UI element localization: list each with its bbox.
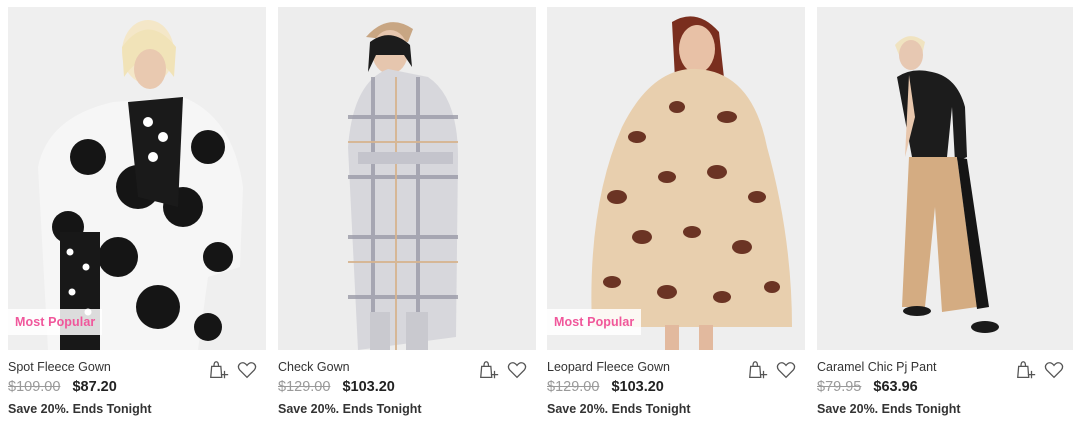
product-card: Most Popular Leopard Fleece Gown $129.00…: [547, 7, 805, 427]
sale-price: $63.96: [873, 379, 918, 395]
shopping-bag-plus-icon: [749, 361, 768, 379]
add-to-bag-button[interactable]: [207, 358, 231, 382]
price-row: $129.00 $103.20: [547, 379, 664, 395]
shopping-bag-plus-icon: [1017, 361, 1036, 379]
product-image[interactable]: Most Popular: [8, 7, 266, 350]
card-actions: [1014, 358, 1066, 382]
product-image[interactable]: [278, 7, 536, 350]
most-popular-badge: Most Popular: [547, 309, 642, 335]
price-row: $109.00 $87.20: [8, 379, 117, 395]
was-price: $109.00: [8, 379, 61, 395]
most-popular-badge: Most Popular: [8, 309, 103, 335]
promo-text: Save 20%. Ends Tonight: [547, 402, 691, 416]
wishlist-button[interactable]: [1042, 358, 1066, 382]
heart-icon: [776, 362, 796, 379]
product-card: Caramel Chic Pj Pant $79.95 $63.96 Save …: [817, 7, 1073, 427]
wishlist-button[interactable]: [774, 358, 798, 382]
promo-text: Save 20%. Ends Tonight: [278, 402, 422, 416]
product-name[interactable]: Caramel Chic Pj Pant: [817, 360, 937, 374]
product-name[interactable]: Check Gown: [278, 360, 350, 374]
card-actions: [207, 358, 259, 382]
price-row: $79.95 $63.96: [817, 379, 918, 395]
heart-icon: [237, 362, 257, 379]
promo-text: Save 20%. Ends Tonight: [817, 402, 961, 416]
product-image[interactable]: [817, 7, 1073, 350]
promo-text: Save 20%. Ends Tonight: [8, 402, 152, 416]
sale-price: $103.20: [342, 379, 395, 395]
wishlist-button[interactable]: [235, 358, 259, 382]
product-name[interactable]: Spot Fleece Gown: [8, 360, 111, 374]
heart-icon: [1044, 362, 1064, 379]
model-photo-spot-gown: [8, 7, 266, 350]
model-photo-check-gown: [278, 7, 536, 350]
add-to-bag-button[interactable]: [1014, 358, 1038, 382]
sale-price: $103.20: [611, 379, 664, 395]
shopping-bag-plus-icon: [480, 361, 499, 379]
product-name[interactable]: Leopard Fleece Gown: [547, 360, 670, 374]
price-row: $129.00 $103.20: [278, 379, 395, 395]
add-to-bag-button[interactable]: [477, 358, 501, 382]
product-card: Most Popular Spot Fleece Gown $109.00 $8…: [8, 7, 266, 427]
product-image[interactable]: Most Popular: [547, 7, 805, 350]
add-to-bag-button[interactable]: [746, 358, 770, 382]
heart-icon: [507, 362, 527, 379]
sale-price: $87.20: [72, 379, 117, 395]
card-actions: [477, 358, 529, 382]
was-price: $129.00: [278, 379, 331, 395]
shopping-bag-plus-icon: [210, 361, 229, 379]
wishlist-button[interactable]: [505, 358, 529, 382]
product-card: Check Gown $129.00 $103.20 Save 20%. End…: [278, 7, 536, 427]
model-photo-caramel-pant: [817, 7, 1073, 350]
product-grid: Most Popular Spot Fleece Gown $109.00 $8…: [0, 0, 1080, 435]
model-photo-leopard-gown: [547, 7, 805, 350]
was-price: $129.00: [547, 379, 600, 395]
card-actions: [746, 358, 798, 382]
was-price: $79.95: [817, 379, 862, 395]
